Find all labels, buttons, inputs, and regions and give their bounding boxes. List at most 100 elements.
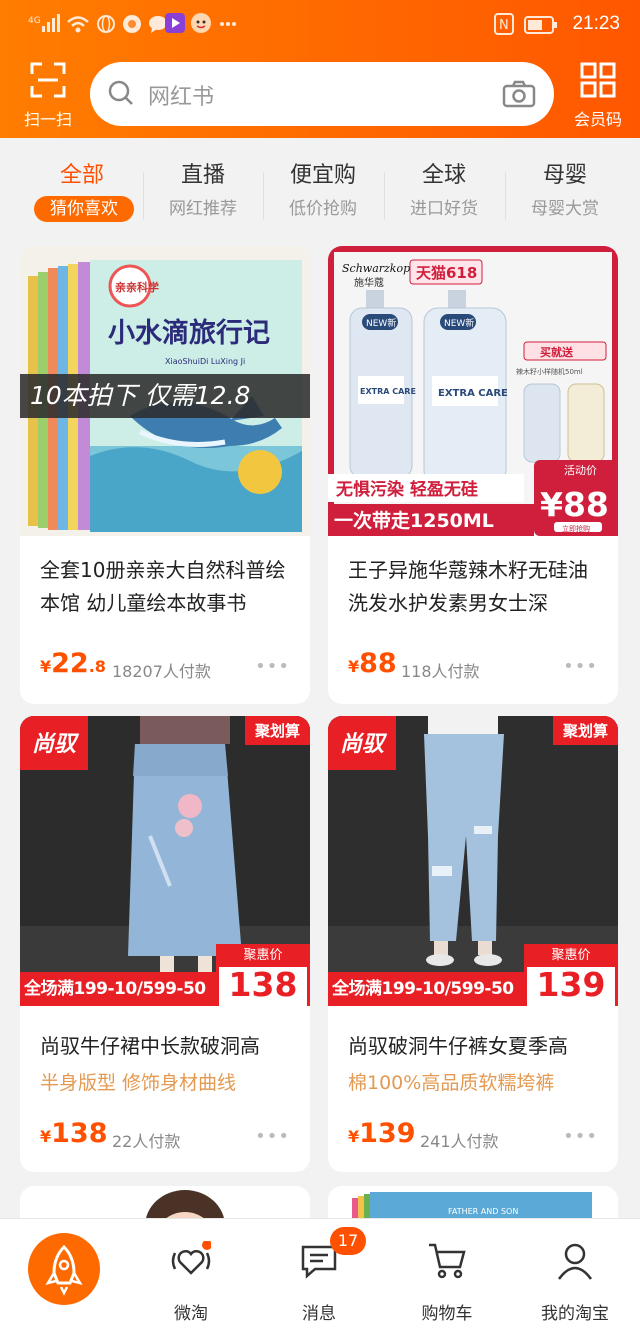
product-price: ¥138 bbox=[40, 1118, 108, 1149]
member-code-button[interactable]: 会员码 bbox=[568, 62, 628, 130]
svg-text:NEW新: NEW新 bbox=[444, 317, 474, 329]
category-subtitle: 低价抢购 bbox=[289, 199, 357, 219]
divider bbox=[384, 172, 385, 220]
scan-label: 扫一扫 bbox=[23, 110, 72, 129]
category-title: 母婴 bbox=[542, 163, 587, 188]
svg-text:无惧污染 轻盈无硅: 无惧污染 轻盈无硅 bbox=[335, 479, 478, 500]
product-card-ripped-jeans[interactable]: 尚驭 聚划算 全场满199-10/599-50 聚惠价 139 尚驭破洞牛仔裤女… bbox=[328, 716, 618, 1172]
svg-text:买就送: 买就送 bbox=[540, 345, 574, 359]
category-title: 直播 bbox=[180, 163, 225, 188]
app-notify-icon bbox=[122, 14, 142, 38]
shampoo-illustration: Schwarzkopf 施华蔻 天猫618 EXTRA CARE EXTRA C… bbox=[328, 246, 618, 536]
category-title: 全部 bbox=[59, 163, 104, 188]
svg-text:NEW新: NEW新 bbox=[366, 317, 396, 329]
wifi-icon bbox=[66, 14, 90, 38]
product-card-denim-skirt[interactable]: 尚驭 聚划算 全场满199-10/599-50 聚惠价 138 尚驭牛仔裙中长款… bbox=[20, 716, 310, 1172]
divider bbox=[263, 172, 264, 220]
category-tab-baby[interactable]: 母婴 母婴大赏 bbox=[505, 160, 625, 222]
video-app-icon bbox=[164, 12, 186, 38]
more-notify-icon bbox=[218, 14, 238, 38]
search-icon bbox=[108, 80, 133, 105]
sales-count: 18207人付款 bbox=[112, 662, 211, 681]
more-options-icon[interactable]: ••• bbox=[563, 1126, 598, 1147]
unread-badge: 17 bbox=[330, 1227, 366, 1255]
product-image[interactable]: 尚驭 聚划算 全场满199-10/599-50 聚惠价 138 bbox=[20, 716, 310, 1006]
svg-text:一次带走1250ML: 一次带走1250ML bbox=[334, 509, 494, 532]
category-title: 全球 bbox=[421, 163, 466, 188]
product-price: ¥88 bbox=[348, 648, 397, 679]
deal-price-badge: 聚惠价 138 bbox=[216, 944, 310, 1006]
svg-text:辣木籽小样随机50ml: 辣木籽小样随机50ml bbox=[516, 367, 583, 376]
top-header: 4G N 21:23 扫一扫 网红书 会员码 bbox=[0, 0, 640, 138]
product-image[interactable]: 尚驭 聚划算 全场满199-10/599-50 聚惠价 139 bbox=[328, 716, 618, 1006]
promo-strip: 全场满199-10/599-50 bbox=[328, 972, 528, 1006]
signal-icon: 4G bbox=[28, 14, 60, 38]
product-title[interactable]: 尚驭牛仔裙中长款破洞高 bbox=[40, 1030, 296, 1063]
svg-text:4G: 4G bbox=[28, 16, 41, 26]
category-subtitle: 猜你喜欢 bbox=[34, 196, 134, 222]
tab-label: 购物车 bbox=[421, 1304, 473, 1324]
divider bbox=[505, 172, 506, 220]
avatar-app-icon bbox=[190, 12, 212, 38]
sales-count: 118人付款 bbox=[401, 662, 480, 681]
product-subtitle: 棉100%高品质软糯垮裤 bbox=[348, 1072, 555, 1094]
status-bar: 4G N 21:23 bbox=[0, 0, 640, 52]
juhuasuan-tag: 聚划算 bbox=[244, 716, 310, 745]
category-subtitle: 网红推荐 bbox=[169, 199, 237, 219]
tab-label: 消息 bbox=[302, 1304, 336, 1324]
category-tab-all[interactable]: 全部 猜你喜欢 bbox=[22, 160, 142, 222]
deal-price-badge: 聚惠价 139 bbox=[524, 944, 618, 1006]
svg-text:立即抢购: 立即抢购 bbox=[562, 524, 590, 533]
rocket-icon bbox=[45, 1244, 83, 1296]
scan-icon bbox=[30, 62, 66, 98]
product-price: ¥139 bbox=[348, 1118, 416, 1149]
camera-icon[interactable] bbox=[502, 80, 536, 108]
product-subtitle: 半身版型 修饰身材曲线 bbox=[40, 1072, 237, 1094]
member-code-label: 会员码 bbox=[573, 110, 622, 129]
svg-text:Schwarzkopf: Schwarzkopf bbox=[342, 262, 416, 275]
product-title[interactable]: 王子异施华蔻辣木籽无硅油洗发水护发素男女士深 bbox=[348, 554, 604, 620]
category-tab-live[interactable]: 直播 网红推荐 bbox=[143, 160, 263, 222]
juhuasuan-tag: 聚划算 bbox=[552, 716, 618, 745]
globe-icon bbox=[96, 14, 116, 38]
svg-text:EXTRA CARE: EXTRA CARE bbox=[360, 387, 416, 396]
home-rocket-button[interactable] bbox=[28, 1233, 100, 1305]
product-image[interactable]: Schwarzkopf 施华蔻 天猫618 EXTRA CARE EXTRA C… bbox=[328, 246, 618, 536]
svg-text:小水滴旅行记: 小水滴旅行记 bbox=[108, 317, 270, 349]
svg-text:活动价: 活动价 bbox=[564, 464, 597, 477]
svg-text:施华蔻: 施华蔻 bbox=[354, 276, 384, 289]
divider bbox=[143, 172, 144, 220]
heart-wave-icon bbox=[171, 1241, 211, 1275]
svg-text:EXTRA CARE: EXTRA CARE bbox=[438, 388, 508, 399]
product-card-shampoo[interactable]: Schwarzkopf 施华蔻 天猫618 EXTRA CARE EXTRA C… bbox=[328, 246, 618, 704]
svg-text:¥88: ¥88 bbox=[540, 485, 609, 524]
product-title[interactable]: 尚驭破洞牛仔裤女夏季高 bbox=[348, 1030, 604, 1063]
svg-text:FATHER AND SON: FATHER AND SON bbox=[448, 1207, 518, 1216]
scan-button[interactable]: 扫一扫 bbox=[18, 62, 78, 130]
category-title: 便宜购 bbox=[289, 163, 356, 188]
product-price: ¥22.8 bbox=[40, 648, 106, 679]
product-image[interactable]: 亲亲科学 小水滴旅行记 XiaoShuiDi LuXing Ji 10本拍下 仅… bbox=[20, 246, 310, 536]
search-bar[interactable]: 网红书 bbox=[90, 62, 554, 126]
category-tabs: 全部 猜你喜欢 直播 网红推荐 便宜购 低价抢购 全球 进口好货 母婴 母婴大赏 bbox=[0, 138, 640, 238]
category-tab-bargain[interactable]: 便宜购 低价抢购 bbox=[263, 160, 383, 222]
category-subtitle: 进口好货 bbox=[410, 199, 478, 219]
member-code-icon bbox=[580, 62, 616, 98]
more-options-icon[interactable]: ••• bbox=[255, 656, 290, 677]
more-options-icon[interactable]: ••• bbox=[255, 1126, 290, 1147]
svg-text:天猫618: 天猫618 bbox=[416, 264, 477, 282]
product-title[interactable]: 全套10册亲亲大自然科普绘本馆 幼儿童绘本故事书 bbox=[40, 554, 296, 620]
product-card-picture-books[interactable]: 亲亲科学 小水滴旅行记 XiaoShuiDi LuXing Ji 10本拍下 仅… bbox=[20, 246, 310, 704]
user-icon bbox=[557, 1243, 593, 1280]
promo-banner: 10本拍下 仅需12.8 bbox=[20, 374, 310, 418]
category-tab-global[interactable]: 全球 进口好货 bbox=[384, 160, 504, 222]
tab-label: 微淘 bbox=[174, 1304, 208, 1324]
category-subtitle: 母婴大赏 bbox=[531, 199, 599, 219]
tab-label: 我的淘宝 bbox=[541, 1304, 609, 1324]
more-options-icon[interactable]: ••• bbox=[563, 656, 598, 677]
svg-text:亲亲科学: 亲亲科学 bbox=[115, 280, 159, 294]
nfc-icon: N bbox=[494, 13, 514, 39]
search-placeholder[interactable]: 网红书 bbox=[148, 79, 214, 111]
cart-icon bbox=[429, 1243, 466, 1279]
bottom-tab-bar: 微淘 消息 17 购物车 我的淘宝 bbox=[0, 1218, 640, 1330]
